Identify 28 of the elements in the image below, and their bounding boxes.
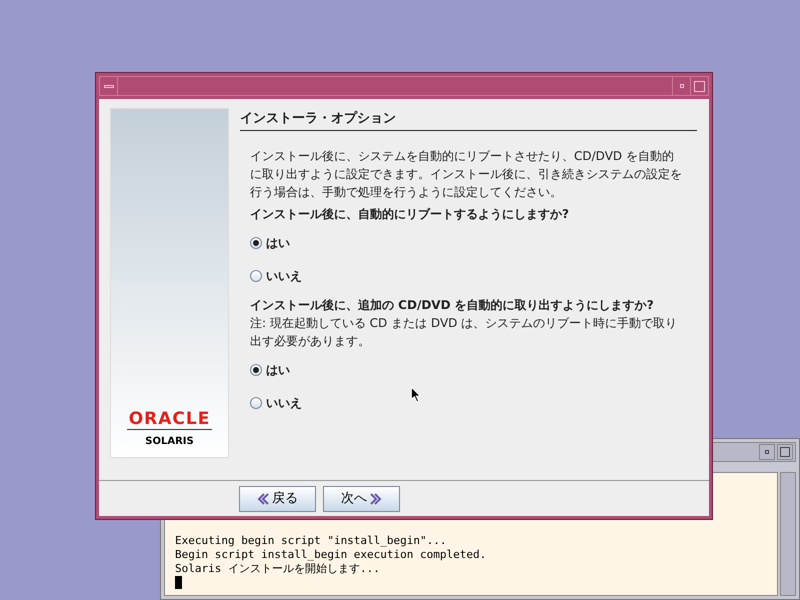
question-label: インストール後に、追加の CD/DVD を自動的に取り出すようにしますか? <box>250 296 655 314</box>
double-chevron-left-icon <box>257 492 270 504</box>
maximize-icon[interactable] <box>777 444 793 460</box>
terminal-line: Executing begin script "install_begin"... <box>175 534 448 548</box>
radio-button[interactable] <box>250 396 262 408</box>
radio-label[interactable]: はい <box>266 234 290 252</box>
radio-label[interactable]: はい <box>266 360 290 378</box>
radio-button[interactable] <box>250 270 262 282</box>
minimize-icon[interactable] <box>759 444 775 460</box>
radio-label[interactable]: いいえ <box>266 394 302 412</box>
note-text: 注: 現在起動している CD または DVD は、システムのリブート時に手動で取り出す必要があります。 <box>250 314 678 350</box>
text-cursor <box>175 576 182 589</box>
product-name: SOLARIS <box>145 435 194 449</box>
mouse-pointer-icon <box>411 387 421 403</box>
terminal-line: Solaris インストールを開始します... <box>175 562 381 576</box>
intro-text: インストール後に、システムを自動的にリブートさせたり、CD/DVD を自動的に取り出すように設定できます。インストール後に、引き続きシステムの設定を行う場合は、手動で処理を行うように設定してください。 <box>249 148 683 200</box>
question-label: インストール後に、自動的にリブートするようにしますか? <box>250 206 570 222</box>
terminal-line: Begin script install_begin execution completed. <box>175 548 488 562</box>
radio-button[interactable] <box>250 236 262 248</box>
radio-label[interactable]: いいえ <box>266 266 302 284</box>
next-button[interactable]: 次へ <box>323 486 400 512</box>
section-heading: インストーラ・オプション <box>240 109 697 130</box>
maximize-icon[interactable] <box>690 77 708 95</box>
radio-button[interactable] <box>250 364 262 376</box>
double-chevron-right-icon <box>369 492 382 504</box>
scrollbar[interactable] <box>780 472 796 596</box>
back-button[interactable]: 戻る <box>239 486 316 512</box>
oracle-logo: ORACLE <box>126 409 212 430</box>
